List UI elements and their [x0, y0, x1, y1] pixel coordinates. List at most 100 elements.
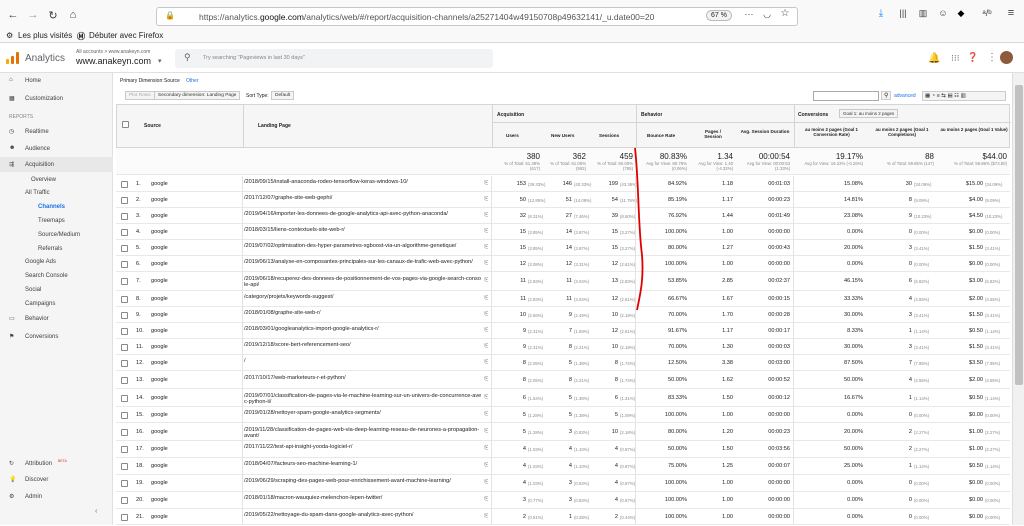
download-icon[interactable]: ⤓ [874, 8, 888, 19]
sidebar-item-realtime[interactable]: Realtime [25, 129, 49, 135]
open-link-icon[interactable]: ⎘ [484, 359, 488, 366]
open-link-icon[interactable]: ⎘ [484, 311, 488, 318]
row-landing-page[interactable]: /2018/03/15/liens-contextuels-site-web-r… [244, 227, 482, 241]
sidebar-item-discover[interactable]: Discover [25, 477, 48, 483]
row-checkbox[interactable] [121, 446, 128, 453]
property-selector[interactable]: www.anakeyn.com [76, 56, 151, 66]
row-landing-page[interactable]: /2019/04/16/importer-les-donnees-de-goog… [244, 211, 482, 225]
sidebar-item-google-ads[interactable]: Google Ads [25, 259, 56, 265]
search-bar[interactable]: ⚲ Try searching "Pageviews in last 30 da… [175, 49, 493, 68]
row-checkbox[interactable] [121, 197, 128, 204]
row-source[interactable]: google [151, 412, 231, 418]
row-checkbox[interactable] [121, 429, 128, 436]
col-goal-conversion-rate[interactable]: au moins 2 pages (Goal 1 Conversion Rate… [799, 127, 864, 137]
row-checkbox[interactable] [121, 245, 128, 252]
open-link-icon[interactable]: ⎘ [484, 479, 488, 486]
col-landing-page[interactable]: Landing Page [258, 123, 291, 129]
notifications-icon[interactable]: 🔔 [928, 53, 940, 64]
more-vert-icon[interactable]: ⋮ [987, 52, 997, 63]
search-icon[interactable]: ⚲ [881, 91, 892, 100]
row-checkbox[interactable] [121, 328, 128, 335]
row-checkbox[interactable] [121, 261, 128, 268]
home-icon[interactable]: ⌂ [66, 9, 80, 21]
row-landing-page[interactable]: /2019/12/18/score-bert-referencement-seo… [244, 342, 482, 356]
primary-dimension-source[interactable]: Source [164, 78, 180, 84]
row-landing-page[interactable]: /2019/07/02/optimisation-des-hyper-param… [244, 243, 482, 257]
open-link-icon[interactable]: ⎘ [484, 327, 488, 334]
secondary-dimension-select[interactable]: Secondary dimension: Landing Page [154, 91, 241, 100]
row-source[interactable]: google [151, 229, 231, 235]
table-filter-input[interactable] [813, 91, 879, 101]
col-sessions[interactable]: Sessions [599, 133, 619, 138]
row-checkbox[interactable] [121, 360, 128, 367]
open-link-icon[interactable]: ⎘ [484, 196, 488, 203]
sidebar-item-behavior[interactable]: Behavior [25, 316, 49, 322]
bookmark-most-visited[interactable]: Les plus visités [18, 31, 72, 40]
col-new-users[interactable]: New Users [551, 133, 575, 138]
row-checkbox[interactable] [121, 312, 128, 319]
row-landing-page[interactable]: /2018/01/08/graphe-site-web-r/ [244, 310, 482, 324]
col-goal-completions[interactable]: au moins 2 pages (Goal 1 Completions) [869, 127, 935, 137]
open-link-icon[interactable]: ⎘ [484, 496, 488, 503]
sidebar-item-all-traffic[interactable]: All Traffic [25, 190, 50, 196]
open-link-icon[interactable]: ⎘ [484, 394, 488, 401]
open-link-icon[interactable]: ⎘ [484, 260, 488, 267]
row-source[interactable]: google [151, 480, 231, 486]
sidebar-item-social[interactable]: Social [25, 287, 41, 293]
account-icon[interactable]: ☺ [936, 8, 950, 18]
help-icon[interactable]: ❓ [967, 52, 978, 63]
sidebar-item-campaigns[interactable]: Campaigns [25, 301, 55, 307]
sort-type-select[interactable]: Default [271, 91, 295, 100]
goal-select[interactable]: Goal 1: au moins 2 pages [839, 109, 899, 118]
row-landing-page[interactable]: /2018/04/07/facteurs-seo-machine-learnin… [244, 461, 482, 476]
row-source[interactable]: google [151, 213, 231, 219]
open-link-icon[interactable]: ⎘ [484, 244, 488, 251]
col-pages-session[interactable]: Pages / Session [697, 129, 729, 139]
sidebar-item-acquisition[interactable]: Acquisition [25, 162, 54, 168]
sidebar-item-overview[interactable]: Overview [31, 177, 56, 183]
row-checkbox[interactable] [121, 480, 128, 487]
row-source[interactable]: google [151, 446, 231, 452]
extension-icon[interactable]: ◆ [954, 8, 968, 19]
row-checkbox[interactable] [121, 514, 128, 521]
row-checkbox[interactable] [121, 278, 128, 285]
row-source[interactable]: google [151, 328, 231, 334]
more-icon[interactable]: ··· [742, 9, 756, 19]
translate-icon[interactable]: ᵃ/ᵇ [980, 8, 994, 18]
row-source[interactable]: google [151, 395, 231, 401]
row-source[interactable]: google [151, 312, 231, 318]
col-source[interactable]: Source [144, 123, 161, 129]
row-landing-page[interactable]: /2018/01/18/macron-wauquiez-melenchon-le… [244, 495, 482, 510]
row-source[interactable]: google [151, 463, 231, 469]
sidebar-item-referrals[interactable]: Referrals [38, 246, 62, 252]
address-bar[interactable]: 🔒 https://analytics.google.com/analytics… [156, 7, 798, 26]
row-landing-page[interactable]: /2018/03/01/googleanalytics-import-googl… [244, 326, 482, 340]
open-link-icon[interactable]: ⎘ [484, 513, 488, 520]
open-link-icon[interactable]: ⎘ [484, 212, 488, 219]
scrollbar[interactable] [1012, 73, 1024, 525]
row-source[interactable]: google [151, 344, 231, 350]
collapse-icon[interactable]: ‹ [95, 508, 97, 515]
sidebar-icon[interactable]: ▥ [916, 8, 930, 19]
open-link-icon[interactable]: ⎘ [484, 180, 488, 187]
row-source[interactable]: google [151, 296, 231, 302]
view-switcher[interactable]: ▦ ◔ ≡ ⇆ ▤ ☷ ▥ [922, 91, 1006, 101]
row-landing-page[interactable]: /2017/11/22/test-api-insight-yooda-logic… [244, 444, 482, 459]
sidebar-item-audience[interactable]: Audience [25, 146, 50, 152]
row-checkbox[interactable] [121, 213, 128, 220]
bookmark-getting-started[interactable]: Débuter avec Firefox [89, 31, 163, 40]
row-source[interactable]: google [151, 497, 231, 503]
row-landing-page[interactable]: /2019/01/28/nettoyer-spam-google-analyti… [244, 410, 482, 424]
library-icon[interactable]: ||| [896, 8, 910, 18]
row-source[interactable]: google [151, 261, 231, 267]
open-link-icon[interactable]: ⎘ [484, 343, 488, 350]
sidebar-item-source-medium[interactable]: Source/Medium [38, 232, 80, 238]
col-users[interactable]: Users [506, 133, 519, 138]
open-link-icon[interactable]: ⎘ [484, 445, 488, 452]
col-goal-value[interactable]: au moins 2 pages (Goal 1 Value) [940, 127, 1008, 132]
open-link-icon[interactable]: ⎘ [484, 376, 488, 383]
open-link-icon[interactable]: ⎘ [484, 228, 488, 235]
sidebar-item-channels[interactable]: Channels [38, 204, 65, 210]
account-breadcrumb[interactable]: All accounts > www.anakeyn.com [76, 49, 150, 55]
primary-dimension-other[interactable]: Other [186, 78, 199, 84]
